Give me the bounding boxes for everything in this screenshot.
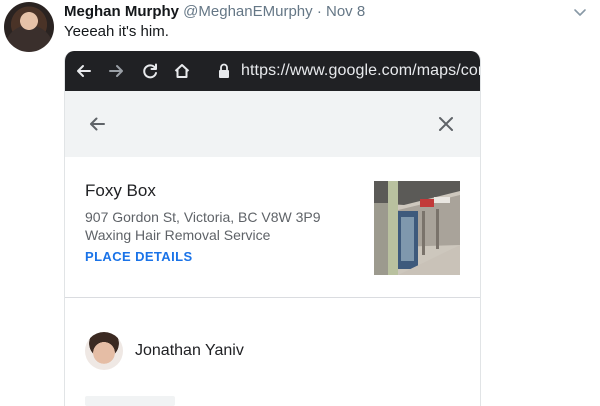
place-photo[interactable] (374, 181, 460, 275)
close-icon[interactable] (437, 115, 455, 133)
tweet-date[interactable]: Nov 8 (326, 3, 365, 20)
place-details-link[interactable]: PLACE DETAILS (85, 249, 193, 264)
arrow-left-icon[interactable] (87, 114, 107, 134)
arrow-right-icon[interactable] (107, 62, 125, 80)
panel-header (65, 91, 480, 157)
author-avatar[interactable] (4, 2, 54, 52)
tweet-header: Meghan Murphy @MeghanEMurphy · Nov 8 (64, 2, 365, 22)
place-name: Foxy Box (85, 181, 156, 200)
embedded-screenshot[interactable]: https://www.google.com/maps/con Foxy Box… (64, 51, 481, 406)
browser-toolbar: https://www.google.com/maps/con (65, 51, 480, 91)
arrow-left-icon[interactable] (75, 62, 93, 80)
place-address: 907 Gordon St, Victoria, BC V8W 3P9 (85, 209, 321, 225)
review-content-placeholder (85, 396, 175, 406)
reload-icon[interactable] (141, 62, 159, 80)
reviewer-name[interactable]: Jonathan Yaniv (135, 342, 244, 360)
author-handle[interactable]: @MeghanEMurphy (183, 3, 312, 20)
tweet-text: Yeeeah it's him. (64, 23, 169, 40)
place-category: Waxing Hair Removal Service (85, 227, 271, 243)
header-separator: · (316, 3, 322, 20)
url-field[interactable]: https://www.google.com/maps/con (241, 61, 480, 81)
chevron-down-icon[interactable] (572, 4, 588, 20)
section-divider (65, 297, 480, 298)
home-icon[interactable] (173, 62, 191, 80)
author-name[interactable]: Meghan Murphy (64, 3, 179, 20)
place-card[interactable]: Foxy Box 907 Gordon St, Victoria, BC V8W… (65, 157, 480, 297)
lock-icon (219, 63, 229, 78)
reviewer-avatar[interactable] (85, 332, 123, 370)
